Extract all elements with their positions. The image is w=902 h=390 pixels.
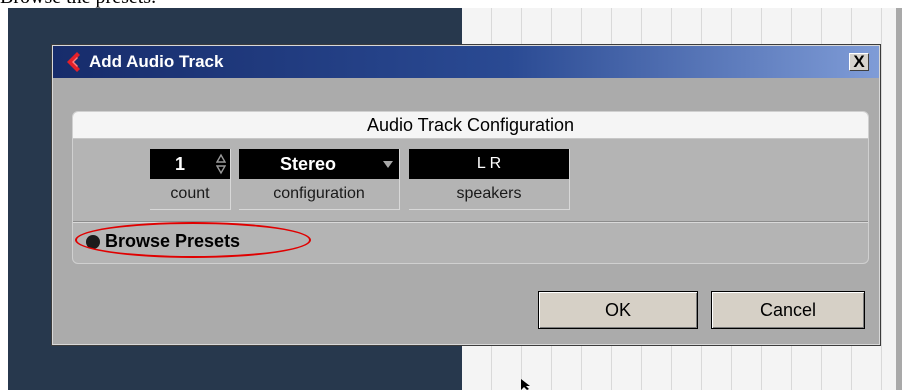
cubase-logo-icon [67,52,80,72]
annotation-highlight-ellipse [75,222,311,258]
mouse-cursor-icon [521,379,530,390]
cancel-button[interactable]: Cancel [711,291,865,329]
add-audio-track-dialog: Add Audio Track X Audio Track Configurat… [51,44,881,346]
background-divider [896,8,902,390]
configuration-label: configuration [273,185,365,202]
browse-presets-toggle[interactable]: Browse Presets [75,222,381,258]
close-button[interactable]: X [849,52,869,71]
configuration-dropdown[interactable]: Stereo [239,149,399,179]
close-icon: X [853,52,865,71]
configuration-value: Stereo [279,154,337,174]
document-caption: Browse the presets. [0,0,156,8]
audio-track-configuration-panel: Audio Track Configuration 1 count Stereo… [72,111,869,264]
dropdown-arrow-icon [383,161,393,168]
count-field: 1 count [150,149,231,210]
spinner-arrows-icon[interactable] [216,152,226,176]
count-value: 1 [174,154,185,174]
speakers-label: speakers [456,185,522,202]
count-label: count [170,185,210,202]
dialog-title: Add Audio Track [89,52,224,71]
dialog-title-bar[interactable]: Add Audio Track X [53,46,879,78]
configuration-field: Stereo configuration [239,149,400,210]
panel-title: Audio Track Configuration [73,112,868,139]
ok-button[interactable]: OK [538,291,698,329]
speakers-value[interactable]: L R [409,149,569,179]
speakers-field: L R speakers [409,149,570,210]
count-value-box[interactable]: 1 [150,149,230,179]
